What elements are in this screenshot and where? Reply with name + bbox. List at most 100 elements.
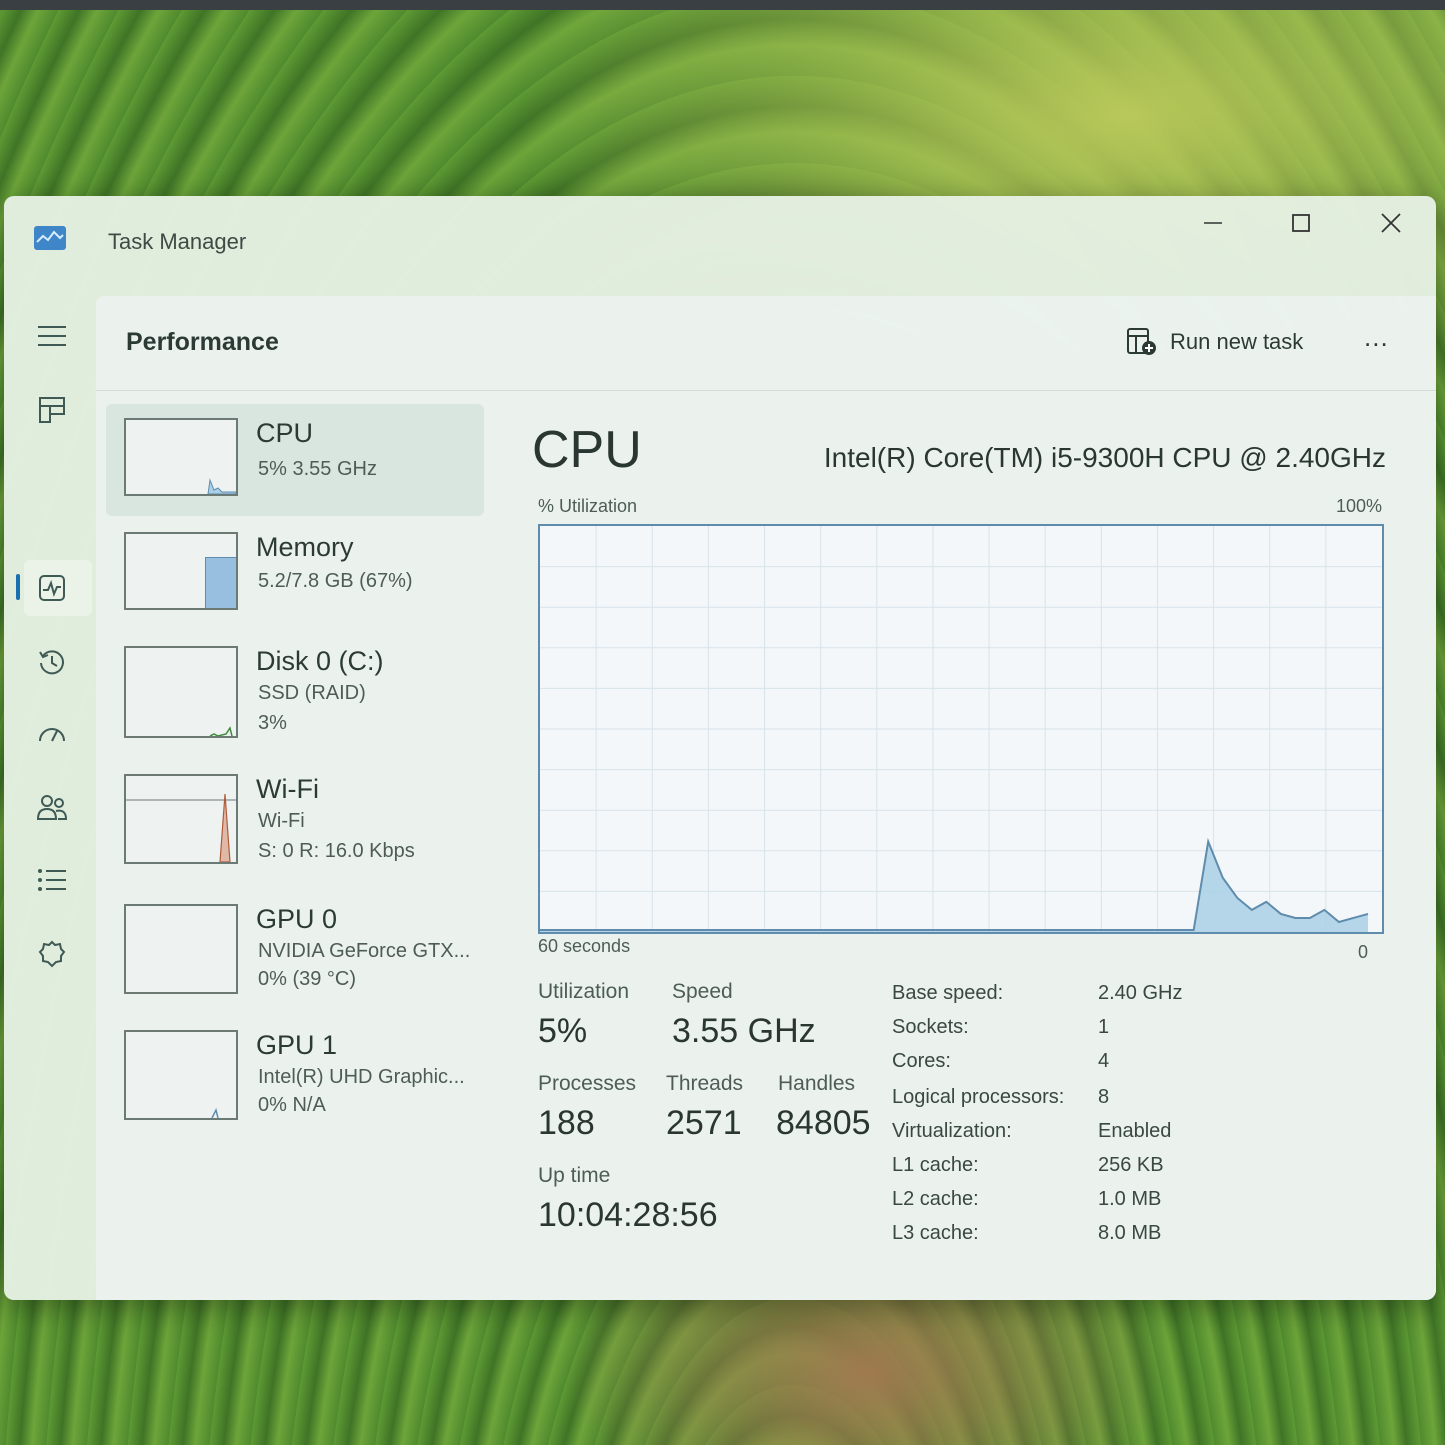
resource-item-gpu1[interactable]: GPU 1 Intel(R) UHD Graphic... 0% N/A xyxy=(106,1016,484,1128)
resource-name: GPU 0 xyxy=(256,904,338,934)
more-options-button[interactable]: ... xyxy=(1364,322,1389,353)
cpu-utilization-chart xyxy=(540,526,1382,932)
resource-item-memory[interactable]: Memory 5.2/7.8 GB (67%) xyxy=(106,518,484,630)
resource-detail: S: 0 R: 16.0 Kbps xyxy=(258,840,415,862)
utilization-label: Utilization xyxy=(538,980,630,1003)
maximize-icon xyxy=(1292,214,1310,232)
resource-detail: 3% xyxy=(258,712,287,734)
utilization-value: 5% xyxy=(538,1012,588,1050)
spec-label: L2 cache: xyxy=(892,1188,979,1210)
threads-value: 2571 xyxy=(666,1104,742,1142)
processes-value: 188 xyxy=(538,1104,595,1142)
task-manager-window: Task Manager Performance Run new task ..… xyxy=(4,196,1436,1300)
performance-content: Performance Run new task ... CPU 5% 3.55… xyxy=(96,296,1436,1300)
resource-item-wifi[interactable]: Wi-Fi Wi-Fi S: 0 R: 16.0 Kbps xyxy=(106,760,484,872)
spec-label: Base speed: xyxy=(892,982,1004,1004)
nav-processes[interactable] xyxy=(30,388,74,432)
cpu-thumbnail xyxy=(124,418,238,496)
cpu-model-name: Intel(R) Core(TM) i5-9300H CPU @ 2.40GHz xyxy=(823,442,1386,473)
spec-value: Enabled xyxy=(1098,1120,1172,1142)
spec-label: Logical processors: xyxy=(892,1086,1065,1108)
hamburger-icon xyxy=(38,326,66,346)
spec-label: Sockets: xyxy=(892,1016,969,1038)
spec-value: 1 xyxy=(1098,1016,1110,1038)
handles-label: Handles xyxy=(778,1072,856,1095)
close-icon xyxy=(1381,213,1401,233)
performance-icon xyxy=(39,575,65,601)
uptime-label: Up time xyxy=(538,1164,611,1187)
resource-detail: 0% N/A xyxy=(258,1094,326,1116)
resource-name: GPU 1 xyxy=(256,1030,338,1060)
gpu1-thumbnail xyxy=(124,1030,238,1120)
resource-detail: 5.2/7.8 GB (67%) xyxy=(258,570,413,592)
uptime-value: 10:04:28:56 xyxy=(538,1196,718,1234)
spec-value: 2.40 GHz xyxy=(1098,982,1183,1004)
history-icon xyxy=(39,650,64,675)
processes-label: Processes xyxy=(538,1072,637,1095)
screen-top-bezel xyxy=(0,0,1445,10)
graph-time-label: 60 seconds xyxy=(538,936,631,956)
title-bar[interactable]: Task Manager xyxy=(4,196,1436,292)
run-task-icon xyxy=(1127,328,1156,355)
window-title: Task Manager xyxy=(108,229,247,254)
cpu-utilization-area xyxy=(540,841,1368,932)
resource-name: Wi-Fi xyxy=(256,774,319,804)
speedometer-icon xyxy=(39,728,65,742)
nav-performance[interactable] xyxy=(30,566,74,610)
run-new-task-label: Run new task xyxy=(1170,329,1304,354)
resource-item-cpu[interactable]: CPU 5% 3.55 GHz xyxy=(106,404,484,516)
handles-value: 84805 xyxy=(776,1104,871,1142)
close-button[interactable] xyxy=(1366,208,1416,238)
spec-value: 4 xyxy=(1098,1050,1110,1072)
disk-thumbnail xyxy=(124,646,238,738)
resource-item-gpu0[interactable]: GPU 0 NVIDIA GeForce GTX... 0% (39 °C) xyxy=(106,890,484,1002)
wifi-thumbnail xyxy=(124,774,238,864)
users-icon xyxy=(36,795,68,820)
disk-mini-graph xyxy=(209,726,233,736)
resource-name: CPU xyxy=(256,418,314,448)
nav-menu-button[interactable] xyxy=(30,314,74,358)
speed-value: 3.55 GHz xyxy=(672,1012,816,1050)
spec-value: 256 KB xyxy=(1098,1154,1164,1176)
list-icon xyxy=(38,869,66,891)
spec-label: Cores: xyxy=(892,1050,951,1072)
speed-label: Speed xyxy=(672,980,733,1003)
graph-y-min: 0 xyxy=(1358,942,1369,962)
resource-detail: NVIDIA GeForce GTX... xyxy=(258,940,471,962)
task-manager-app-icon xyxy=(34,226,66,250)
threads-label: Threads xyxy=(666,1072,744,1095)
services-gear-icon xyxy=(38,940,66,968)
memory-thumbnail xyxy=(124,532,238,610)
spec-value: 8.0 MB xyxy=(1098,1222,1162,1244)
run-new-task-button[interactable]: Run new task xyxy=(1126,324,1303,360)
wifi-mini-graph xyxy=(126,793,236,862)
gpu1-mini-graph xyxy=(211,1107,219,1118)
nav-services[interactable] xyxy=(30,932,74,976)
spec-label: Virtualization: xyxy=(892,1120,1012,1142)
content-header: Performance Run new task ... xyxy=(96,296,1436,391)
spec-label: L1 cache: xyxy=(892,1154,979,1176)
cpu-mini-graph xyxy=(207,478,236,494)
resource-detail: 5% 3.55 GHz xyxy=(258,458,377,480)
resource-detail: Intel(R) UHD Graphic... xyxy=(258,1066,465,1088)
resource-item-disk[interactable]: Disk 0 (C:) SSD (RAID) 3% xyxy=(106,632,484,744)
resource-detail: SSD (RAID) xyxy=(258,682,366,704)
nav-app-history[interactable] xyxy=(30,640,74,684)
spec-value: 8 xyxy=(1098,1086,1110,1108)
minimize-icon xyxy=(1204,222,1222,224)
minimize-button[interactable] xyxy=(1188,208,1238,238)
nav-startup-apps[interactable] xyxy=(30,712,74,756)
gpu0-thumbnail xyxy=(124,904,238,994)
nav-active-indicator xyxy=(16,574,20,600)
nav-users[interactable] xyxy=(30,786,74,830)
resource-name: Disk 0 (C:) xyxy=(256,646,384,676)
detail-title: CPU xyxy=(532,421,642,479)
page-title: Performance xyxy=(126,328,279,356)
processes-icon xyxy=(39,397,65,423)
navigation-rail xyxy=(4,292,96,1300)
maximize-button[interactable] xyxy=(1276,208,1326,238)
spec-value: 1.0 MB xyxy=(1098,1188,1162,1210)
cpu-utilization-graph xyxy=(538,524,1384,934)
nav-details[interactable] xyxy=(30,858,74,902)
graph-y-label: % Utilization xyxy=(538,496,638,516)
